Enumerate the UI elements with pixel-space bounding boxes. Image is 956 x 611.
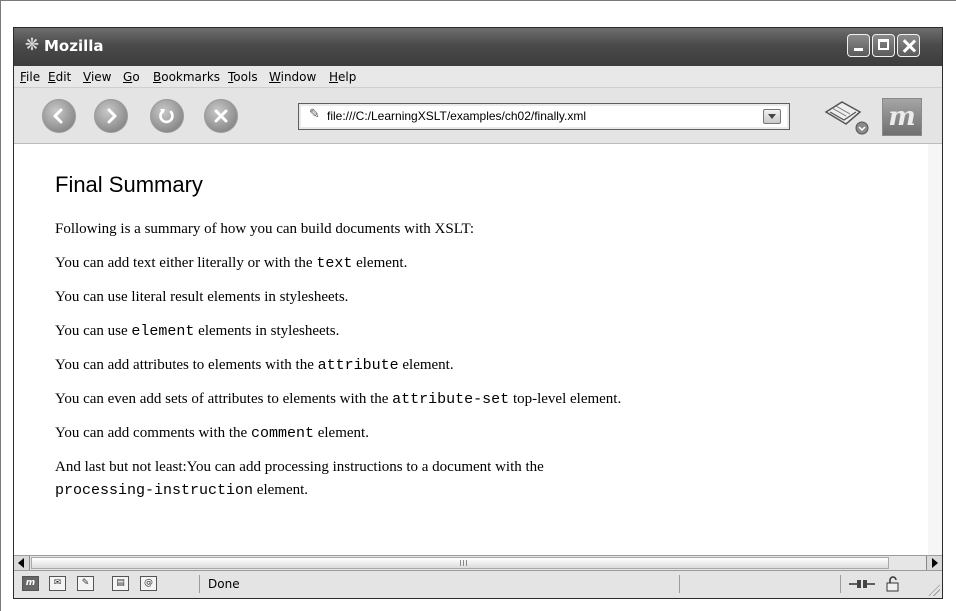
summary-item: You can add comments with the comment el… xyxy=(55,425,369,442)
forward-button[interactable] xyxy=(94,99,128,133)
stop-button[interactable] xyxy=(204,99,238,133)
back-button[interactable] xyxy=(42,99,76,133)
browser-window: ❋ Mozilla File Edit View Go Bookmarks To… xyxy=(13,27,943,599)
security-lock-icon[interactable] xyxy=(884,575,902,593)
close-button[interactable] xyxy=(897,34,920,57)
back-icon xyxy=(53,108,63,124)
scroll-thumb[interactable] xyxy=(31,557,889,569)
summary-item: You can add text either literally or wit… xyxy=(55,255,408,272)
resize-grip-icon[interactable] xyxy=(928,584,940,596)
page-proxy-icon: ✎ xyxy=(309,107,320,122)
scroll-right-arrow-icon[interactable] xyxy=(926,556,942,570)
status-divider xyxy=(840,575,841,593)
page-content: Final Summary Following is a summary of … xyxy=(14,144,928,555)
mozilla-app-icon: ❋ xyxy=(24,35,40,55)
stop-icon xyxy=(214,109,228,123)
forward-icon xyxy=(107,108,117,124)
maximize-button[interactable] xyxy=(872,34,895,57)
content-right-edge xyxy=(928,144,942,555)
mail-icon[interactable]: ✉ xyxy=(49,576,66,591)
menu-go[interactable]: Go xyxy=(123,70,140,84)
address-book-icon[interactable]: ▤ xyxy=(112,576,129,591)
navigator-icon[interactable]: m xyxy=(22,576,39,591)
status-divider xyxy=(679,575,680,593)
menu-window[interactable]: Window xyxy=(269,70,316,84)
summary-item: You can add attributes to elements with … xyxy=(55,357,454,374)
online-connection-icon[interactable] xyxy=(849,578,875,590)
summary-item: You can use element elements in styleshe… xyxy=(55,323,340,340)
url-history-dropdown[interactable] xyxy=(763,109,781,124)
summary-item-last-line2: processing-instruction element. xyxy=(55,482,309,499)
reload-icon xyxy=(159,109,174,124)
composer-icon[interactable]: ✎ xyxy=(77,576,94,591)
status-text: Done xyxy=(208,577,240,591)
status-divider xyxy=(199,575,200,593)
menu-edit[interactable]: Edit xyxy=(48,70,71,84)
menu-file[interactable]: File xyxy=(20,70,40,84)
title-bar: ❋ Mozilla xyxy=(14,28,942,66)
horizontal-scrollbar[interactable] xyxy=(14,555,942,571)
reload-button[interactable] xyxy=(150,99,184,133)
intro-paragraph: Following is a summary of how you can bu… xyxy=(55,221,475,237)
menu-view[interactable]: View xyxy=(83,70,111,84)
chat-icon[interactable]: @ xyxy=(140,576,157,591)
minimize-button[interactable] xyxy=(847,34,870,57)
scroll-grip-icon xyxy=(460,560,468,566)
url-bar[interactable]: ✎ file:///C:/LearningXSLT/examples/ch02/… xyxy=(298,103,790,130)
print-icon[interactable] xyxy=(820,98,872,136)
menu-bookmarks[interactable]: Bookmarks xyxy=(153,70,220,84)
outer-frame-top xyxy=(0,0,956,1)
mozilla-logo[interactable]: m xyxy=(882,98,922,136)
url-text[interactable]: file:///C:/LearningXSLT/examples/ch02/fi… xyxy=(327,109,586,123)
navigation-toolbar: ✎ file:///C:/LearningXSLT/examples/ch02/… xyxy=(14,88,942,144)
scroll-left-arrow-icon[interactable] xyxy=(14,556,30,570)
menu-bar: File Edit View Go Bookmarks Tools Window… xyxy=(14,66,942,88)
summary-item-last-line1: And last but not least:You can add proce… xyxy=(55,459,544,475)
outer-frame-left xyxy=(0,0,1,611)
summary-item: You can use literal result elements in s… xyxy=(55,289,349,305)
summary-item: You can even add sets of attributes to e… xyxy=(55,391,622,408)
menu-help[interactable]: Help xyxy=(329,70,356,84)
menu-tools[interactable]: Tools xyxy=(228,70,258,84)
status-bar: m ✉ ✎ ▤ @ Done xyxy=(14,571,942,598)
page-heading: Final Summary xyxy=(55,172,203,197)
window-title: Mozilla xyxy=(44,37,104,55)
